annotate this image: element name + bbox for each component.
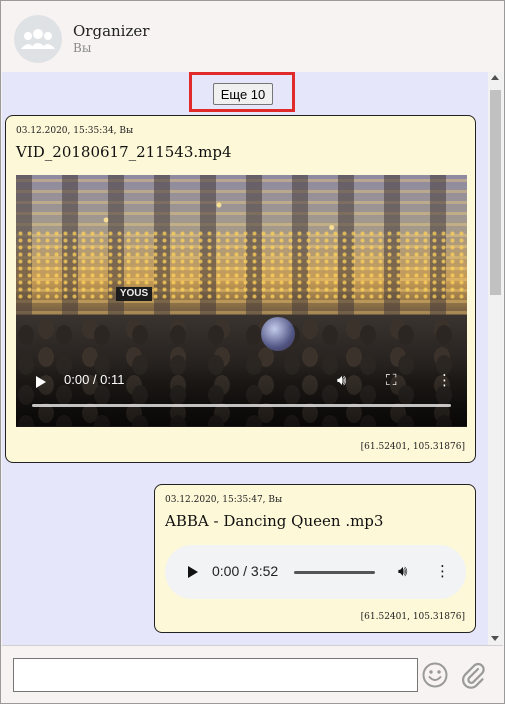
message-meta: 03.12.2020, 15:35:34, Вы: [16, 126, 134, 136]
message-coords: [61.52401, 105.31876]: [360, 612, 465, 622]
chat-title: Organizer: [73, 22, 150, 40]
scrollbar[interactable]: [488, 72, 503, 645]
shop-sign: YOUS: [116, 287, 152, 301]
video-frame-lights: [16, 230, 467, 300]
message-meta: 03.12.2020, 15:35:47, Вы: [165, 495, 283, 505]
load-more-button[interactable]: Еще 10: [213, 83, 273, 105]
play-icon[interactable]: [36, 376, 46, 388]
audio-progress-bar[interactable]: [294, 571, 375, 574]
file-name[interactable]: VID_20180617_211543.mp4: [16, 143, 232, 161]
video-time: 0:00 / 0:11: [64, 372, 125, 387]
message-bubble: 03.12.2020, 15:35:47, Вы ABBA - Dancing …: [154, 484, 476, 633]
video-progress-bar[interactable]: [32, 404, 451, 407]
video-player[interactable]: YOUS 0:00 / 0:11 🔊︎ ⛶ ⋮: [16, 175, 467, 427]
attach-icon[interactable]: [459, 661, 487, 689]
play-icon[interactable]: [188, 566, 198, 578]
message-list[interactable]: Еще 10 03.12.2020, 15:35:34, Вы VID_2018…: [2, 72, 488, 645]
message-bubble: 03.12.2020, 15:35:34, Вы VID_20180617_21…: [5, 115, 476, 463]
scroll-up-icon[interactable]: [491, 75, 499, 80]
chat-window: Organizer Вы Еще 10 03.12.2020, 15:35:34…: [0, 0, 505, 704]
avatar[interactable]: [14, 15, 62, 63]
more-options-icon[interactable]: ⋮: [435, 561, 450, 581]
file-name[interactable]: ABBA - Dancing Queen .mp3: [165, 512, 383, 530]
scrollbar-thumb[interactable]: [490, 90, 501, 295]
audio-time: 0:00 / 3:52: [212, 563, 279, 579]
volume-icon[interactable]: 🔊︎: [398, 561, 407, 581]
message-coords: [61.52401, 105.31876]: [360, 442, 465, 452]
scroll-down-icon[interactable]: [491, 636, 499, 641]
chat-subtitle: Вы: [73, 41, 92, 55]
more-options-icon[interactable]: ⋮: [437, 371, 452, 389]
message-input[interactable]: [13, 658, 418, 692]
composer: [2, 645, 503, 703]
audio-player[interactable]: 0:00 / 3:52 🔊︎ ⋮: [165, 545, 466, 599]
chat-header: Organizer Вы: [2, 2, 503, 72]
group-icon: [21, 29, 55, 49]
balloon: [261, 317, 295, 351]
volume-icon[interactable]: 🔊︎: [337, 371, 346, 389]
fullscreen-icon[interactable]: ⛶: [386, 371, 397, 389]
emoji-icon[interactable]: [422, 662, 448, 688]
